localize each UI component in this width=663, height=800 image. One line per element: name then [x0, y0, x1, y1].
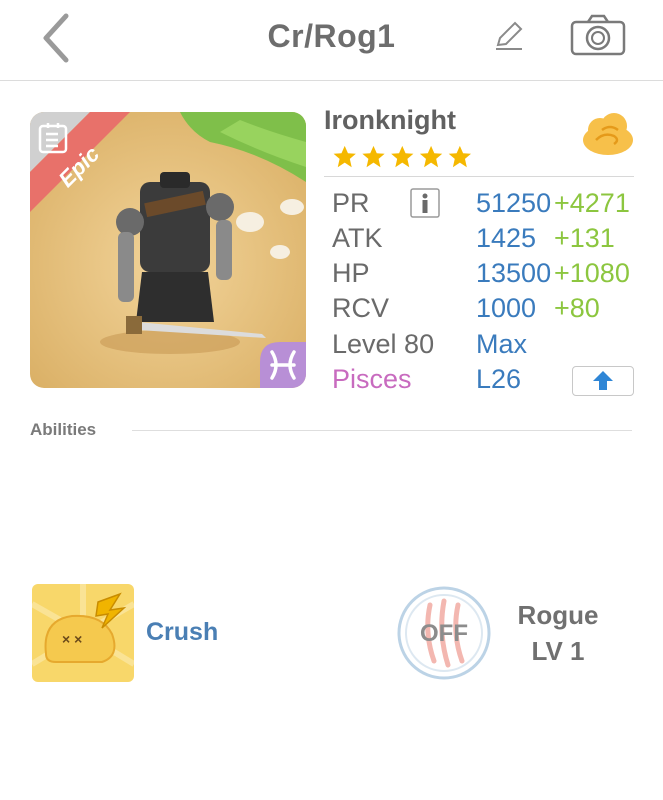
ability-toggle[interactable]: OFF [396, 585, 492, 681]
abilities-divider [132, 430, 632, 431]
stat-label-hp: HP [332, 258, 370, 288]
stat-bonus-pr: +4271 [554, 188, 630, 218]
star-icon [419, 145, 443, 168]
skill-level-value: L26 [476, 364, 522, 394]
cloud-icon [583, 113, 633, 155]
monster-portrait[interactable]: Epic [30, 112, 306, 388]
stat-value-pr: 51250 [476, 188, 552, 218]
level-label: Level 80 [332, 329, 435, 359]
arrow-up-icon [593, 371, 613, 390]
pisces-icon [260, 342, 306, 388]
skill-name[interactable]: Crush [146, 618, 218, 647]
class-name: Rogue [517, 600, 599, 630]
stat-label-rcv: RCV [332, 293, 390, 323]
stats-divider [324, 176, 634, 177]
pencil-icon[interactable] [492, 18, 526, 52]
info-icon[interactable] [410, 188, 440, 218]
toggle-label: OFF [420, 620, 468, 647]
class-level: LV 1 [531, 636, 585, 666]
camera-icon[interactable] [570, 14, 626, 56]
svg-text:× ×: × × [62, 631, 82, 647]
stat-label-pr: PR [332, 188, 370, 218]
top-bar: Cr/Rog1 [0, 0, 663, 81]
star-icon [448, 145, 471, 168]
zodiac-label: Pisces [332, 364, 412, 394]
stat-bonus-rcv: +80 [554, 293, 600, 323]
stat-bonus-hp: +1080 [554, 258, 630, 288]
abilities-header: Abilities [30, 420, 97, 439]
page-title: Cr/Rog1 [267, 18, 396, 54]
star-icon [391, 145, 414, 168]
level-value: Max [476, 329, 528, 359]
notes-icon [38, 123, 68, 154]
star-icon [333, 145, 356, 168]
stat-label-atk: ATK [332, 223, 383, 253]
skill-icon[interactable]: × × [32, 584, 134, 682]
monster-name: Ironknight [324, 105, 456, 135]
level-up-button[interactable] [572, 366, 634, 396]
stat-value-atk: 1425 [476, 223, 537, 253]
star-rating [333, 145, 471, 168]
stat-bonus-atk: +131 [554, 223, 615, 253]
stat-value-hp: 13500 [476, 258, 552, 288]
star-icon [362, 145, 385, 168]
stat-value-rcv: 1000 [476, 293, 537, 323]
